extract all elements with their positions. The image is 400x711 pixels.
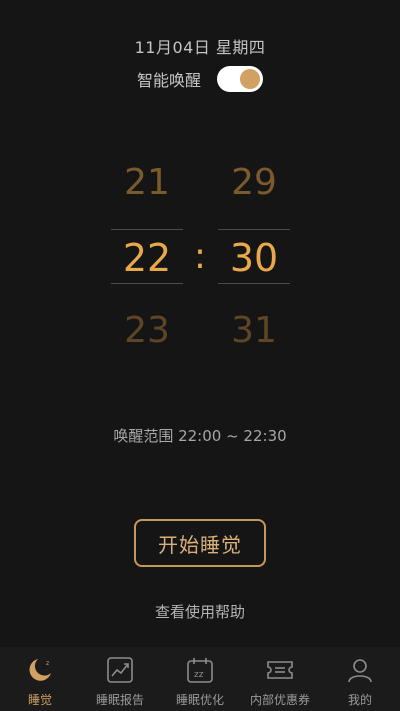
time-separator: :	[193, 236, 207, 277]
start-sleep-button[interactable]: 开始睡觉	[134, 519, 266, 567]
user-icon	[348, 659, 372, 683]
moon-sleep-icon: z z	[29, 659, 51, 681]
tab-sleep-optimize[interactable]: zz 睡眠优化	[160, 647, 240, 711]
smart-wake-row: 智能唤醒	[0, 66, 400, 92]
minute-selected[interactable]: 30	[218, 236, 290, 280]
wake-range-text: 唤醒范围 22:00 ~ 22:30	[113, 427, 287, 445]
chart-report-icon	[107, 657, 133, 683]
hour-selected[interactable]: 22	[111, 236, 183, 280]
tab-label: 我的	[347, 693, 372, 707]
selection-divider	[218, 229, 290, 230]
minute-option-above[interactable]: 29	[218, 162, 290, 203]
help-link[interactable]: 查看使用帮助	[0, 601, 400, 622]
tab-me[interactable]: 我的	[320, 647, 400, 711]
svg-text:z: z	[46, 660, 49, 667]
hour-option-below[interactable]: 23	[111, 310, 183, 351]
hour-option-above[interactable]: 21	[111, 162, 183, 203]
sleep-screen: 11月04日 星期四 智能唤醒 21 22 23 : 29 30 31 唤醒范围…	[0, 0, 400, 711]
tab-sleep-report[interactable]: 睡眠报告	[80, 647, 160, 711]
toggle-knob	[240, 69, 260, 89]
selection-divider	[111, 229, 183, 230]
tab-coupon[interactable]: 内部优惠券	[240, 647, 320, 711]
smart-wake-label: 智能唤醒	[136, 71, 201, 90]
svg-text:zz: zz	[194, 670, 204, 680]
selection-divider	[218, 283, 290, 284]
coupon-icon	[267, 661, 293, 679]
minute-option-below[interactable]: 31	[218, 310, 290, 351]
tab-label: 睡眠报告	[95, 693, 144, 707]
date-label: 11月04日 星期四	[134, 38, 266, 57]
tab-label: 睡觉	[27, 693, 52, 707]
bottom-tab-bar: z z 睡觉 睡眠报告 zz 睡眠优化 内部优惠券 我的	[0, 647, 400, 711]
tab-label: 内部优惠券	[249, 693, 310, 707]
calendar-sleep-icon: zz	[187, 658, 213, 683]
selection-divider	[111, 283, 183, 284]
tab-sleep[interactable]: z z 睡觉	[0, 647, 80, 711]
tab-label: 睡眠优化	[175, 693, 224, 707]
smart-wake-toggle[interactable]	[217, 66, 263, 92]
time-picker[interactable]: 21 22 23 : 29 30 31	[0, 150, 400, 370]
